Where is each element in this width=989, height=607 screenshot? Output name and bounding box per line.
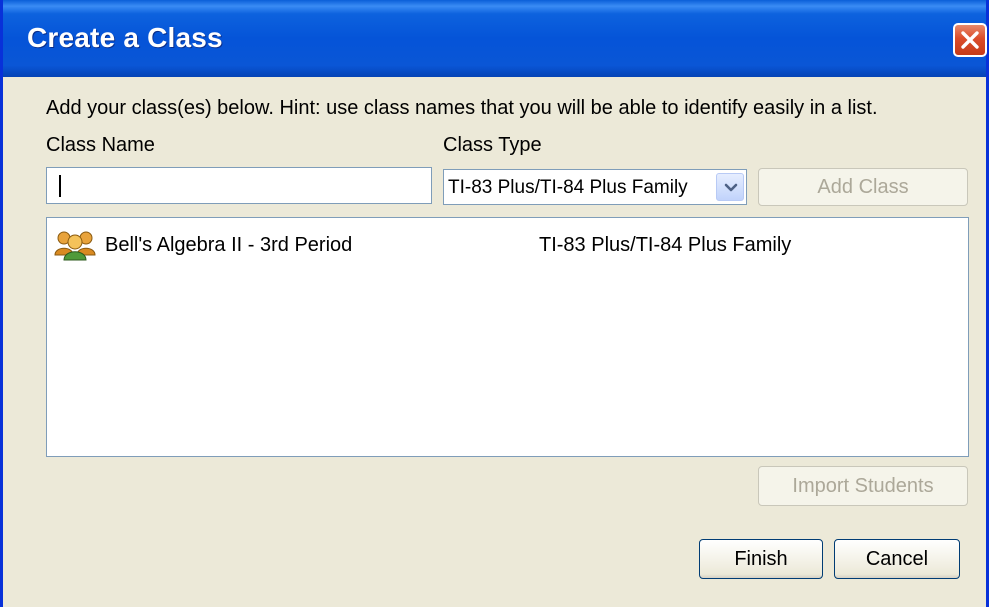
- close-icon: [961, 31, 979, 49]
- hint-text: Add your class(es) below. Hint: use clas…: [46, 97, 878, 119]
- import-students-button[interactable]: Import Students: [758, 466, 968, 506]
- chevron-down-icon: [724, 183, 738, 192]
- class-list[interactable]: Bell's Algebra II - 3rd Period TI-83 Plu…: [46, 217, 969, 457]
- class-name-label: Class Name: [46, 134, 155, 156]
- finish-button[interactable]: Finish: [699, 539, 823, 579]
- dropdown-arrow-button[interactable]: [716, 173, 744, 201]
- window-title: Create a Class: [27, 22, 223, 53]
- close-button[interactable]: [953, 23, 987, 57]
- group-icon: [54, 231, 96, 261]
- class-type-selected-value: TI-83 Plus/TI-84 Plus Family: [448, 177, 688, 198]
- class-name-input[interactable]: [46, 167, 432, 204]
- title-bar[interactable]: Create a Class: [3, 0, 987, 77]
- text-caret: [59, 175, 61, 197]
- class-type-label: Class Type: [443, 134, 542, 156]
- class-type-select[interactable]: TI-83 Plus/TI-84 Plus Family: [443, 169, 747, 205]
- class-name: Bell's Algebra II - 3rd Period: [105, 234, 353, 256]
- list-item[interactable]: Bell's Algebra II - 3rd Period TI-83 Plu…: [47, 229, 968, 261]
- add-class-button[interactable]: Add Class: [758, 168, 968, 206]
- cancel-button[interactable]: Cancel: [834, 539, 960, 579]
- create-class-dialog: Create a Class Add your class(es) below.…: [0, 0, 989, 607]
- class-type: TI-83 Plus/TI-84 Plus Family: [539, 234, 792, 256]
